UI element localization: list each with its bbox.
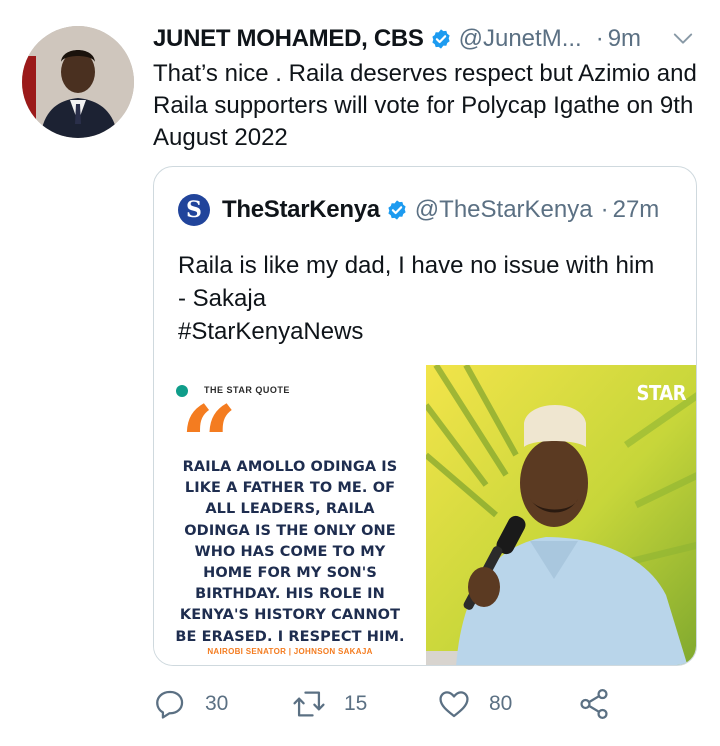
quoted-tweet-timestamp[interactable]: 27m [613,196,660,224]
quoted-text-line: - Sakaja [178,285,267,312]
author-handle[interactable]: @JunetM... [459,25,582,53]
retweet-count: 15 [344,692,368,715]
hashtag-link[interactable]: #StarKenyaNews [178,315,678,348]
separator-dot: · [595,25,604,52]
quote-graphic-text: RAILA AMOLLO ODINGA IS LIKE A FATHER TO … [175,459,405,645]
tweet-timestamp[interactable]: 9m [608,25,641,53]
reply-icon [156,690,184,719]
quoted-author-name[interactable]: TheStarKenya [222,196,380,224]
quoted-media-image[interactable]: THE STAR QUOTE “ RAILA AMOLLO ODINGA IS … [154,365,696,665]
reply-count: 30 [205,692,229,715]
share-icon [580,688,608,720]
tweet-actions-bar: 30 15 80 [153,684,623,724]
retweet-icon [293,691,325,717]
verified-badge-icon [432,29,450,49]
quote-attribution: NAIROBI SENATOR | JOHNSON SAKAJA [207,647,373,656]
share-button[interactable] [577,684,629,724]
tweet-text: That’s nice . Raila deserves respect but… [153,60,697,151]
like-count: 80 [489,692,513,715]
quoted-avatar-letter: S [186,197,202,223]
heart-icon [439,691,469,718]
tweet-header: JUNET MOHAMED, CBS @JunetM... · 9m [153,24,700,54]
like-button[interactable]: 80 [437,684,512,724]
quote-graphic: THE STAR QUOTE “ RAILA AMOLLO ODINGA IS … [154,365,426,665]
chevron-down-icon[interactable] [672,28,694,50]
avatar-image [22,26,134,138]
verified-badge-icon [388,200,406,220]
retweet-button[interactable]: 15 [292,684,367,724]
author-avatar[interactable] [22,26,134,138]
quoted-tweet-header: S TheStarKenya @TheStarKenya · 27m [178,193,659,227]
reply-button[interactable]: 30 [153,684,228,724]
quoted-tweet-card[interactable]: S TheStarKenya @TheStarKenya · 27m Raila… [153,166,697,666]
star-watermark: STAR [636,381,687,405]
quoted-tweet-text: Raila is like my dad, I have no issue wi… [178,249,678,348]
speaker-photo-image [426,365,696,665]
quoted-text-line: Raila is like my dad, I have no issue wi… [178,252,655,279]
quoted-author-avatar[interactable]: S [178,194,210,226]
separator-dot: · [600,196,609,223]
speaker-photo: STAR [426,365,696,665]
quoted-author-handle[interactable]: @TheStarKenya [415,196,593,224]
author-name[interactable]: JUNET MOHAMED, CBS [153,25,424,53]
